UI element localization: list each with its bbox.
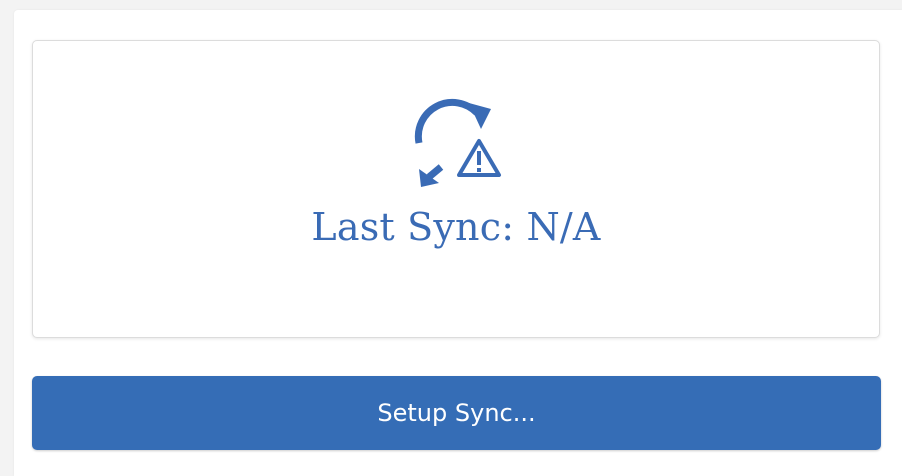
sync-status-card: Last Sync: N/A: [32, 40, 880, 338]
sync-panel: Last Sync: N/A Setup Sync...: [14, 10, 902, 476]
sync-warning-icon: [414, 98, 501, 187]
setup-sync-button[interactable]: Setup Sync...: [32, 376, 881, 450]
last-sync-label: Last Sync: N/A: [311, 205, 601, 249]
